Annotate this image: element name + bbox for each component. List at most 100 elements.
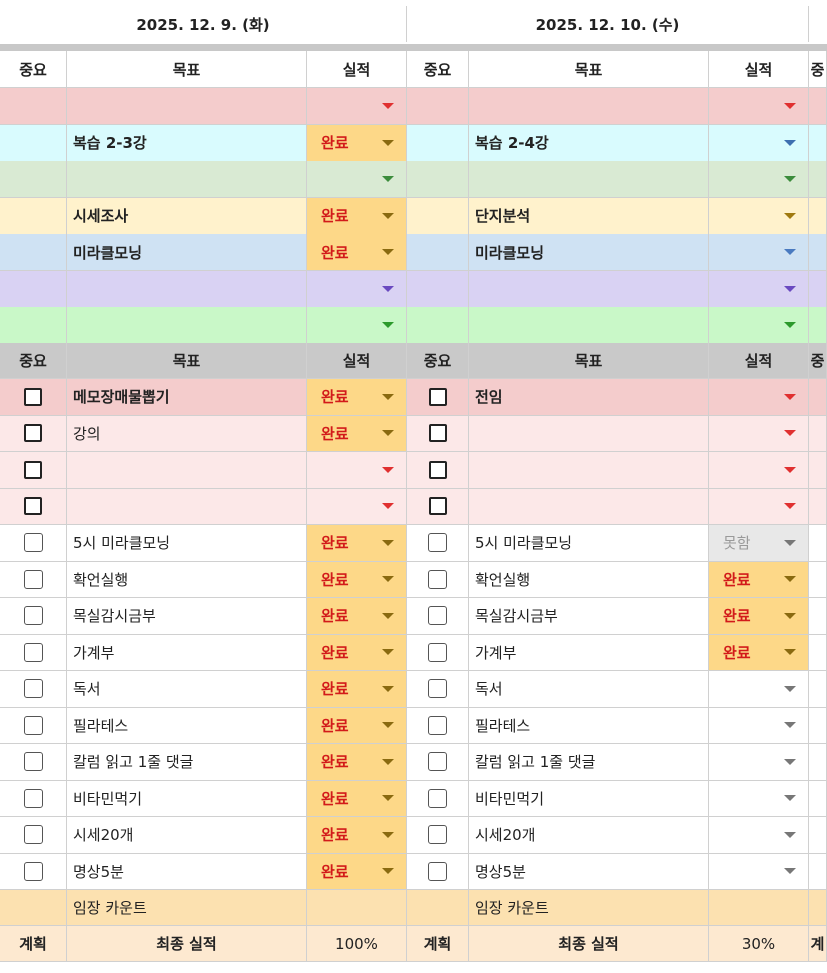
checkbox-cell[interactable] — [407, 671, 469, 708]
result-dropdown[interactable]: 완료 — [307, 561, 407, 598]
checkbox[interactable] — [24, 460, 42, 479]
result-dropdown[interactable]: 완료 — [307, 598, 407, 635]
goal-cell[interactable] — [469, 452, 709, 489]
goal-cell[interactable]: 시세20개 — [469, 817, 709, 854]
checkbox-cell[interactable] — [0, 379, 67, 416]
importance-cell[interactable] — [407, 270, 469, 308]
goal-cell[interactable] — [67, 161, 307, 198]
goal-cell[interactable]: 칼럼 읽고 1줄 댓글 — [469, 744, 709, 781]
checkbox[interactable] — [23, 533, 43, 553]
goal-cell[interactable]: 전임 — [469, 379, 709, 416]
checkbox-cell[interactable] — [0, 525, 67, 562]
result-dropdown[interactable]: 완료 — [307, 197, 407, 235]
goal-cell[interactable] — [469, 307, 709, 344]
checkbox-cell[interactable] — [0, 415, 67, 452]
result-dropdown[interactable]: 완료 — [307, 234, 407, 271]
goal-cell[interactable]: 필라테스 — [469, 707, 709, 744]
dropdown-arrow-icon[interactable] — [382, 831, 394, 838]
importance-cell[interactable] — [0, 161, 67, 198]
result-dropdown[interactable] — [307, 161, 407, 198]
checkbox-cell[interactable] — [407, 561, 469, 598]
goal-cell[interactable]: 강의 — [67, 415, 307, 452]
result-dropdown[interactable] — [307, 270, 407, 308]
result-dropdown[interactable]: 못함 — [709, 525, 809, 562]
goal-cell[interactable]: 칼럼 읽고 1줄 댓글 — [67, 744, 307, 781]
result-dropdown[interactable]: 완료 — [307, 853, 407, 890]
checkbox-cell[interactable] — [407, 634, 469, 671]
checkbox-cell[interactable] — [407, 452, 469, 489]
result-dropdown[interactable] — [709, 853, 809, 890]
dropdown-arrow-icon[interactable] — [784, 285, 796, 292]
importance-cell[interactable] — [407, 124, 469, 162]
dropdown-arrow-icon[interactable] — [784, 539, 796, 546]
result-dropdown[interactable]: 완료 — [307, 707, 407, 744]
dropdown-arrow-icon[interactable] — [382, 539, 394, 546]
result-dropdown[interactable] — [709, 161, 809, 198]
result-dropdown[interactable] — [307, 452, 407, 489]
dropdown-arrow-icon[interactable] — [382, 685, 394, 692]
dropdown-arrow-icon[interactable] — [784, 868, 796, 875]
result-dropdown[interactable]: 완료 — [307, 780, 407, 817]
dropdown-arrow-icon[interactable] — [382, 576, 394, 583]
goal-cell[interactable]: 5시 미라클모닝 — [469, 525, 709, 562]
dropdown-arrow-icon[interactable] — [382, 103, 394, 109]
goal-cell[interactable]: 독서 — [67, 671, 307, 708]
checkbox-cell[interactable] — [407, 853, 469, 890]
goal-cell[interactable]: 확언실행 — [67, 561, 307, 598]
checkbox[interactable] — [428, 606, 447, 626]
result-dropdown[interactable] — [709, 307, 809, 344]
checkbox[interactable] — [23, 679, 43, 699]
checkbox-cell[interactable] — [0, 561, 67, 598]
checkbox[interactable] — [428, 825, 447, 845]
importance-cell[interactable] — [0, 124, 67, 162]
result-dropdown[interactable] — [709, 234, 809, 271]
dropdown-arrow-icon[interactable] — [784, 795, 796, 802]
result-dropdown[interactable] — [709, 379, 809, 416]
goal-cell[interactable]: 5시 미라클모닝 — [67, 525, 307, 562]
checkbox-cell[interactable] — [0, 780, 67, 817]
dropdown-arrow-icon[interactable] — [382, 322, 394, 328]
checkbox[interactable] — [428, 752, 447, 772]
checkbox[interactable] — [428, 460, 447, 479]
goal-cell[interactable]: 독서 — [469, 671, 709, 708]
result-dropdown[interactable] — [709, 744, 809, 781]
goal-cell[interactable]: 가계부 — [67, 634, 307, 671]
importance-cell[interactable] — [407, 161, 469, 198]
result-dropdown[interactable]: 완료 — [307, 124, 407, 162]
result-dropdown[interactable] — [709, 197, 809, 235]
checkbox-cell[interactable] — [407, 598, 469, 635]
result-dropdown[interactable] — [307, 88, 407, 125]
result-dropdown[interactable]: 완료 — [307, 671, 407, 708]
result-dropdown[interactable] — [709, 488, 809, 525]
importance-cell[interactable] — [0, 88, 67, 125]
checkbox[interactable] — [428, 424, 447, 443]
result-dropdown[interactable] — [709, 707, 809, 744]
dropdown-arrow-icon[interactable] — [382, 139, 394, 146]
checkbox[interactable] — [23, 569, 43, 589]
goal-cell[interactable]: 복습 2-3강 — [67, 124, 307, 162]
dropdown-arrow-icon[interactable] — [784, 503, 796, 510]
goal-cell[interactable]: 확언실행 — [469, 561, 709, 598]
goal-cell[interactable]: 필라테스 — [67, 707, 307, 744]
result-dropdown[interactable]: 완료 — [709, 634, 809, 671]
goal-cell[interactable] — [67, 488, 307, 525]
result-dropdown[interactable]: 완료 — [307, 634, 407, 671]
result-dropdown[interactable] — [709, 671, 809, 708]
checkbox-cell[interactable] — [407, 379, 469, 416]
checkbox[interactable] — [23, 788, 43, 808]
dropdown-arrow-icon[interactable] — [784, 612, 796, 619]
dropdown-arrow-icon[interactable] — [784, 576, 796, 583]
dropdown-arrow-icon[interactable] — [382, 795, 394, 802]
result-dropdown[interactable]: 완료 — [709, 598, 809, 635]
result-dropdown[interactable]: 완료 — [709, 561, 809, 598]
result-dropdown[interactable] — [709, 124, 809, 162]
goal-cell[interactable]: 시세20개 — [67, 817, 307, 854]
result-dropdown[interactable]: 완료 — [307, 525, 407, 562]
result-dropdown[interactable] — [709, 452, 809, 489]
dropdown-arrow-icon[interactable] — [382, 758, 394, 765]
checkbox[interactable] — [428, 861, 447, 881]
result-dropdown[interactable]: 완료 — [307, 744, 407, 781]
checkbox[interactable] — [428, 569, 447, 589]
dropdown-arrow-icon[interactable] — [382, 249, 394, 255]
checkbox[interactable] — [24, 424, 42, 443]
